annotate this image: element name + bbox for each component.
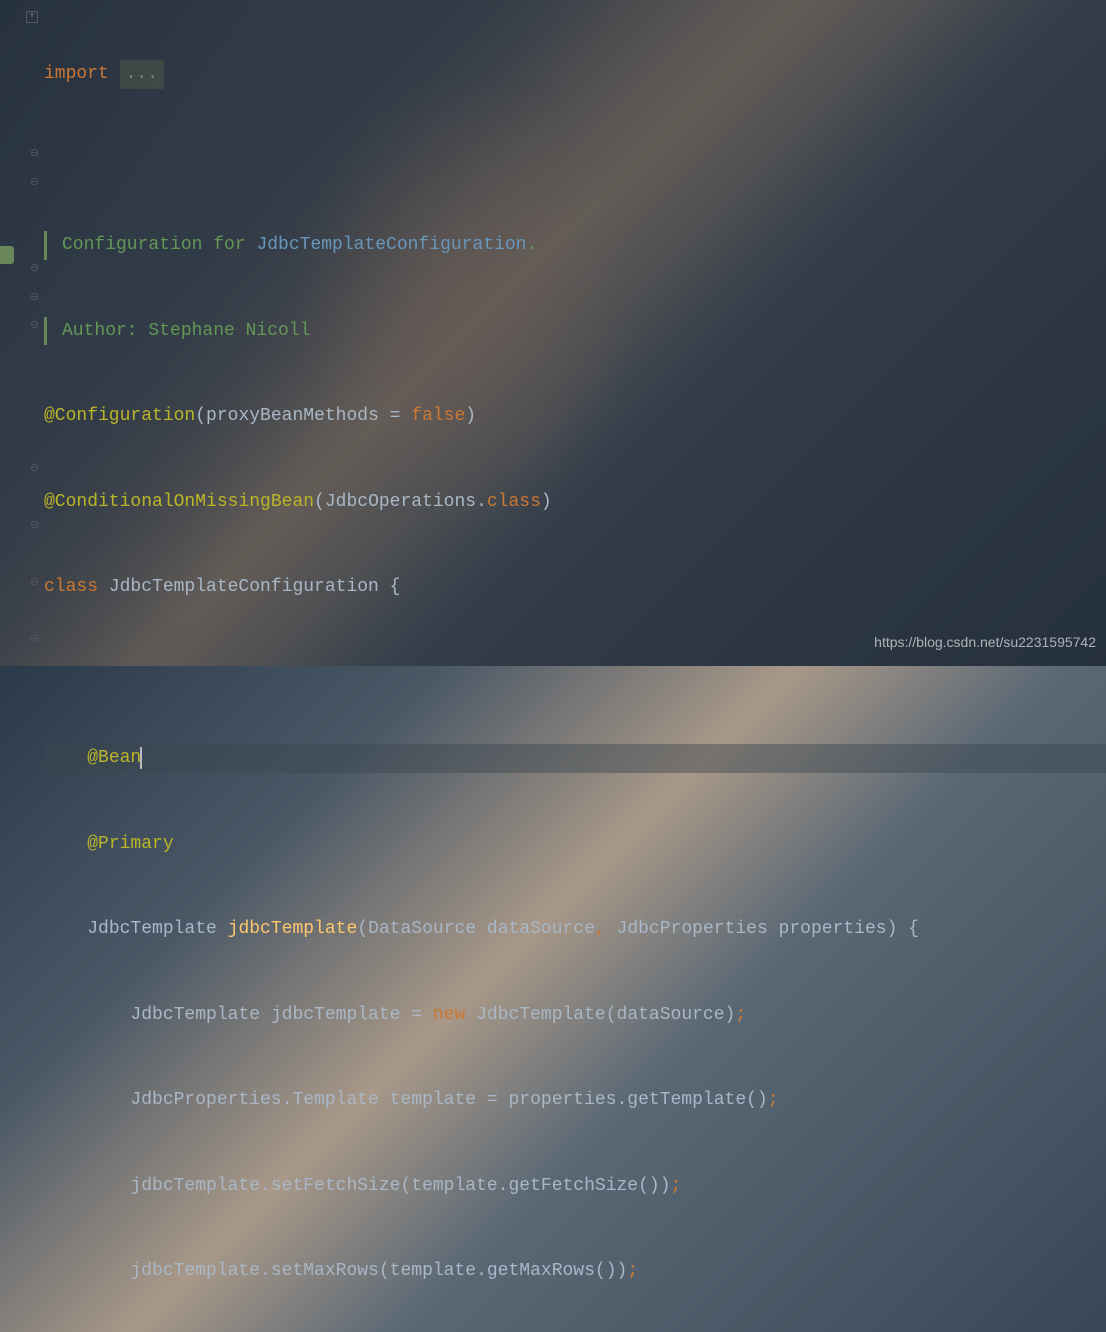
annotation-primary: @Primary (87, 830, 173, 859)
fold-collapse-icon[interactable]: ⊖ (0, 131, 44, 160)
fold-close-icon[interactable]: ⊖ (0, 617, 44, 646)
keyword-class: class (487, 488, 541, 517)
fold-collapse-icon[interactable]: ⊖ (0, 275, 44, 304)
annotation-configuration: @Configuration (44, 402, 195, 431)
annotation-conditional: @ConditionalOnMissingBean (44, 488, 314, 517)
code-line-annotation: @Configuration(proxyBeanMethods = false) (44, 402, 1106, 431)
annotation-bean: @Bean (87, 744, 141, 773)
javadoc-line: Configuration for JdbcTemplateConfigurat… (44, 231, 1106, 260)
fold-expand-icon[interactable]: + (0, 3, 44, 32)
fold-close-icon[interactable]: ⊖ (0, 503, 44, 532)
code-line-annotation: @ConditionalOnMissingBean(JdbcOperations… (44, 488, 1106, 517)
watermark-text: https://blog.csdn.net/su2231595742 (874, 628, 1096, 657)
fold-collapse-icon[interactable]: ⊖ (0, 246, 44, 275)
code-line-method-sig: JdbcTemplate jdbcTemplate(DataSource dat… (44, 915, 1106, 944)
text-caret (140, 747, 142, 769)
keyword-false: false (411, 402, 465, 431)
javadoc-author: Author: Stephane Nicoll (62, 317, 310, 346)
javadoc-line: Author: Stephane Nicoll (44, 317, 1106, 346)
javadoc-link[interactable]: JdbcTemplateConfiguration (256, 231, 526, 260)
code-line-import: import ... (44, 60, 1106, 89)
code-line-class-decl: class JdbcTemplateConfiguration { (44, 573, 1106, 602)
editor-gutter: + ⊖ ⊖ ⊖ ⊖ ⊖ ⊖ ⊖ ⊖ ⊖ (0, 0, 44, 666)
javadoc-text: Configuration for (62, 231, 256, 260)
keyword-class: class (44, 573, 109, 602)
code-line-current: @Bean (44, 744, 1106, 773)
code-editor-area[interactable]: import ... Configuration for JdbcTemplat… (44, 0, 1106, 666)
attr-proxy: proxyBeanMethods = (206, 402, 411, 431)
fold-close-icon[interactable]: ⊖ (0, 560, 44, 589)
keyword-new: new (433, 1001, 476, 1030)
fold-collapse-icon[interactable]: ⊖ (0, 303, 44, 332)
fold-collapse-icon[interactable]: ⊖ (0, 160, 44, 189)
fold-collapse-icon[interactable]: ⊖ (0, 446, 44, 475)
method-name: jdbcTemplate (228, 915, 358, 944)
keyword-import: import (44, 60, 109, 89)
class-name: JdbcTemplateConfiguration (109, 573, 390, 602)
folded-imports[interactable]: ... (120, 60, 164, 89)
